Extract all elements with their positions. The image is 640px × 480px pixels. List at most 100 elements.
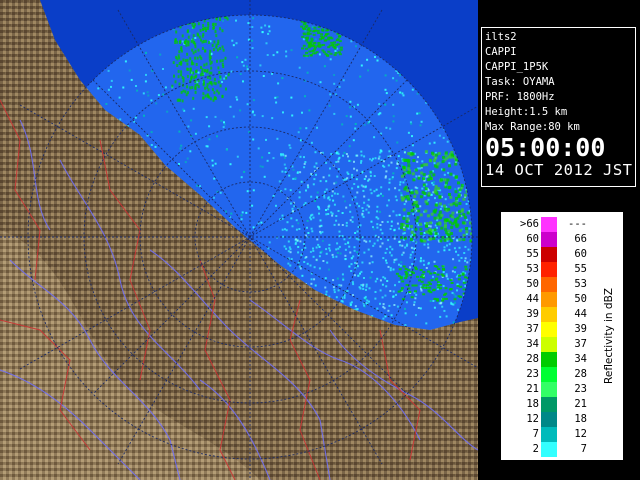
echo-cell <box>236 98 239 101</box>
echo-cell <box>317 243 320 246</box>
echo-cell <box>455 203 458 207</box>
echo-cell <box>460 183 464 187</box>
echo-cell <box>433 306 436 309</box>
echo-cell <box>457 278 461 281</box>
echo-cell <box>454 223 458 227</box>
echo-cell <box>122 86 125 89</box>
echo-cell <box>444 198 447 201</box>
echo-cell <box>184 59 187 63</box>
echo-cell <box>408 291 412 293</box>
legend-color-swatch <box>541 442 557 457</box>
echo-cell <box>309 54 313 57</box>
echo-cell <box>363 201 366 204</box>
echo-cell <box>389 127 392 130</box>
echo-cell <box>353 246 356 249</box>
echo-cell <box>451 270 454 273</box>
echo-cell <box>337 160 340 163</box>
echo-cell <box>426 286 430 289</box>
echo-cell <box>330 41 334 44</box>
echo-cell <box>329 58 332 61</box>
echo-cell <box>304 95 306 98</box>
echo-cell <box>305 39 309 42</box>
echo-cell <box>213 40 216 44</box>
echo-cell <box>427 246 430 249</box>
echo-cell <box>295 219 298 222</box>
echo-cell <box>410 225 414 228</box>
echo-cell <box>467 248 470 251</box>
echo-cell <box>159 53 162 56</box>
echo-cell <box>329 52 333 55</box>
echo-cell <box>369 174 372 177</box>
echo-cell <box>365 302 368 304</box>
echo-cell <box>400 174 404 178</box>
echo-cell <box>135 85 137 87</box>
echo-cell <box>372 244 375 247</box>
echo-cell <box>422 173 426 177</box>
echo-cell <box>452 303 455 306</box>
echo-cell <box>432 181 435 184</box>
echo-cell <box>421 187 424 190</box>
echo-cell <box>413 195 417 199</box>
echo-cell <box>331 194 334 197</box>
echo-cell <box>363 123 366 126</box>
echo-cell <box>372 157 374 160</box>
echo-cell <box>448 243 451 246</box>
echo-cell <box>312 249 315 252</box>
echo-cell <box>393 237 396 240</box>
echo-cell <box>398 213 401 216</box>
echo-cell <box>338 168 340 171</box>
legend-color-swatch <box>541 382 557 397</box>
echo-cell <box>178 50 181 54</box>
echo-cell <box>447 171 450 174</box>
echo-cell <box>287 240 290 243</box>
echo-cell <box>184 90 187 94</box>
echo-cell <box>211 88 214 92</box>
echo-cell <box>382 317 385 320</box>
echo-cell <box>221 59 224 63</box>
legend-upper-bound: 44 <box>574 308 587 320</box>
echo-cell <box>305 256 308 258</box>
echo-cell <box>440 226 444 230</box>
echo-cell <box>451 211 455 215</box>
echo-cell <box>464 265 468 268</box>
echo-cell <box>206 93 209 97</box>
echo-cell <box>355 178 358 181</box>
echo-cell <box>441 299 445 302</box>
echo-cell <box>432 300 435 302</box>
echo-cell <box>124 60 127 63</box>
echo-cell <box>180 73 183 77</box>
echo-cell <box>306 184 309 187</box>
echo-cell <box>379 289 382 292</box>
echo-cell <box>136 89 139 92</box>
echo-cell <box>421 276 425 279</box>
legend-lower-bound: 23 <box>526 368 539 380</box>
echo-cell <box>450 153 454 157</box>
echo-cell <box>327 208 330 211</box>
echo-cell <box>325 29 329 32</box>
legend-upper-bound: --- <box>568 218 587 230</box>
echo-cell <box>384 88 387 91</box>
echo-cell <box>331 212 334 215</box>
echo-cell <box>383 160 385 163</box>
echo-cell <box>457 308 459 311</box>
echo-cell <box>433 272 437 274</box>
info-radar-id: ilts2 <box>485 31 517 43</box>
radar-map[interactable] <box>0 0 478 480</box>
echo-cell <box>389 290 392 292</box>
echo-cell <box>351 216 354 219</box>
echo-cell <box>333 82 336 85</box>
echo-cell <box>321 36 325 39</box>
legend-lower-bound: 2 <box>532 443 539 455</box>
echo-cell <box>404 307 406 310</box>
echo-cell <box>371 261 374 264</box>
echo-cell <box>428 142 431 145</box>
legend-upper-bound: 37 <box>574 338 587 350</box>
echo-cell <box>194 84 197 88</box>
echo-cell <box>361 261 364 264</box>
echo-cell <box>405 272 409 275</box>
echo-cell <box>301 47 305 50</box>
echo-cell <box>390 254 393 257</box>
echo-cell <box>398 227 401 230</box>
echo-cell <box>306 262 309 265</box>
echo-cell <box>384 294 387 297</box>
